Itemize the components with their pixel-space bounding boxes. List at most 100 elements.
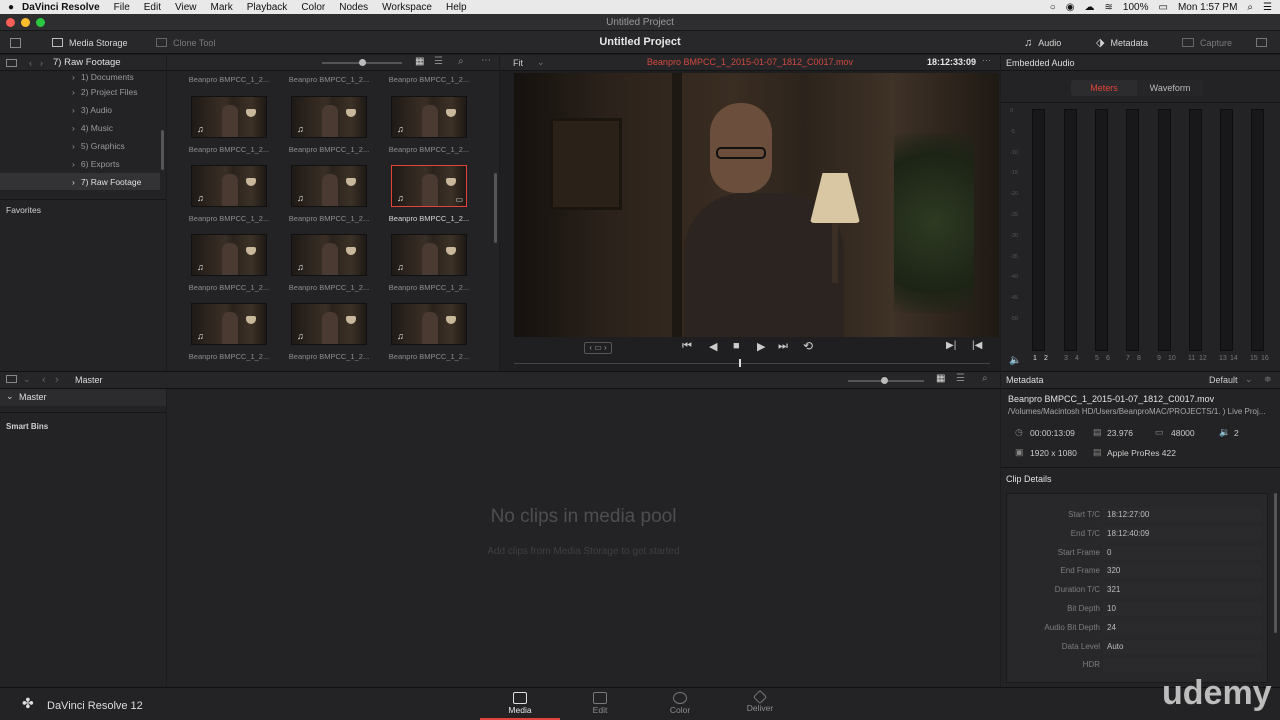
- speaker-icon[interactable]: 🔈: [1009, 355, 1021, 366]
- folder-audio[interactable]: › 3) Audio: [0, 101, 160, 118]
- capture-button[interactable]: Capture: [1182, 31, 1232, 54]
- nav-back-icon[interactable]: ‹: [29, 58, 32, 68]
- clip-thumbnail[interactable]: ♫: [291, 303, 367, 345]
- grid-view-icon[interactable]: ▦: [936, 373, 945, 384]
- page-tab-media[interactable]: Media: [480, 689, 560, 720]
- menu-view[interactable]: View: [175, 2, 197, 13]
- slider-handle[interactable]: [881, 377, 888, 384]
- nav-forward-icon[interactable]: ›: [55, 374, 59, 386]
- chevron-down-icon[interactable]: ⌄: [23, 374, 31, 385]
- sidebar-icon[interactable]: [6, 58, 17, 67]
- list-view-icon[interactable]: ☰: [956, 373, 965, 384]
- wifi-icon[interactable]: ≋: [1105, 2, 1113, 13]
- page-tab-deliver[interactable]: Deliver: [720, 689, 800, 720]
- clip-label: Beanpro BMPCC_1_2...: [288, 283, 370, 292]
- clip-thumbnail[interactable]: ♫: [391, 96, 467, 138]
- apple-icon[interactable]: ●: [0, 2, 22, 13]
- bin-item-master[interactable]: ⌄ Master: [0, 389, 166, 406]
- clip-thumbnail[interactable]: ♫: [191, 234, 267, 276]
- page-tab-edit[interactable]: Edit: [560, 689, 640, 720]
- menu-nodes[interactable]: Nodes: [339, 2, 368, 13]
- audio-button[interactable]: ♫ Audio: [1024, 31, 1061, 54]
- grid-view-icon[interactable]: ▦: [415, 56, 424, 67]
- metadata-options-icon[interactable]: ≑: [1264, 374, 1272, 385]
- scrubber-track[interactable]: [514, 363, 990, 364]
- detail-value[interactable]: 18:12:40:09: [1103, 526, 1261, 541]
- clip-thumbnail[interactable]: ♫: [191, 303, 267, 345]
- slider-handle[interactable]: [359, 59, 366, 66]
- notification-center-icon[interactable]: ☰: [1263, 2, 1272, 13]
- record-icon[interactable]: ◉: [1066, 2, 1075, 13]
- menu-file[interactable]: File: [114, 2, 130, 13]
- clip-thumbnail[interactable]: ♫: [391, 234, 467, 276]
- resolution-icon: ▣: [1015, 447, 1024, 457]
- clip-thumbnail[interactable]: ♫: [291, 165, 367, 207]
- battery-percent[interactable]: 100%: [1123, 2, 1149, 13]
- chevron-down-icon[interactable]: ⌄: [1245, 374, 1253, 385]
- search-icon[interactable]: ⌕: [458, 56, 464, 67]
- nav-forward-icon[interactable]: ›: [40, 58, 43, 68]
- play-reverse-icon[interactable]: ◀: [709, 340, 717, 353]
- tree-scrollbar[interactable]: [161, 130, 164, 170]
- clock[interactable]: Mon 1:57 PM: [1178, 2, 1237, 13]
- clip-thumbnail[interactable]: ♫: [191, 165, 267, 207]
- skip-to-end-icon[interactable]: ⏭: [778, 340, 788, 353]
- next-clip-icon[interactable]: ▶|: [946, 340, 956, 351]
- clip-thumbnail[interactable]: ♫: [291, 96, 367, 138]
- fullscreen-button[interactable]: [1256, 31, 1267, 54]
- menu-workspace[interactable]: Workspace: [382, 2, 432, 13]
- folder-music[interactable]: › 4) Music: [0, 119, 160, 136]
- clip-thumbnail[interactable]: ♫: [291, 234, 367, 276]
- thumbnail-subject: [322, 243, 338, 275]
- detail-value[interactable]: 18:12:27:00: [1103, 508, 1261, 522]
- menu-help[interactable]: Help: [446, 2, 467, 13]
- spotlight-icon[interactable]: ⌕: [1247, 2, 1253, 13]
- folder-project-files[interactable]: › 2) Project Files: [0, 83, 160, 100]
- media-pool-area[interactable]: No clips in media pool Add clips from Me…: [167, 389, 1000, 687]
- menu-edit[interactable]: Edit: [144, 2, 161, 13]
- browser-scrollbar[interactable]: [494, 173, 497, 243]
- folder-exports[interactable]: › 6) Exports: [0, 155, 160, 172]
- metadata-button[interactable]: ⬗ Metadata: [1096, 31, 1148, 54]
- playhead[interactable]: [739, 359, 741, 367]
- metadata-scrollbar[interactable]: [1274, 493, 1277, 633]
- detail-value[interactable]: 0: [1103, 545, 1261, 560]
- folder-graphics[interactable]: › 5) Graphics: [0, 137, 160, 154]
- clip-label: Beanpro BMPCC_1_2...: [388, 352, 470, 361]
- tab-waveform[interactable]: Waveform: [1137, 80, 1203, 96]
- play-icon[interactable]: ▶: [757, 340, 765, 353]
- menu-playback[interactable]: Playback: [247, 2, 288, 13]
- previous-clip-icon[interactable]: |◀: [972, 340, 982, 351]
- page-tab-color[interactable]: Color: [640, 689, 720, 720]
- more-options-icon[interactable]: ⋯: [481, 55, 491, 66]
- metadata-preset-select[interactable]: Default: [1209, 375, 1238, 385]
- cloud-icon[interactable]: ☁: [1085, 2, 1095, 13]
- tab-meters[interactable]: Meters: [1071, 80, 1137, 96]
- folder-raw-footage[interactable]: › 7) Raw Footage: [0, 173, 160, 190]
- menu-mark[interactable]: Mark: [211, 2, 233, 13]
- viewer-video-frame[interactable]: [514, 73, 999, 337]
- sidebar-icon[interactable]: [6, 375, 17, 383]
- clip-thumbnail[interactable]: ♫ ▭: [391, 165, 467, 207]
- skip-to-start-icon[interactable]: ⏮: [682, 340, 692, 353]
- menu-color[interactable]: Color: [301, 2, 325, 13]
- viewer-options-icon[interactable]: ⋯: [982, 55, 991, 66]
- status-circle-icon[interactable]: ○: [1050, 2, 1056, 13]
- clip-thumbnail[interactable]: ♫: [191, 96, 267, 138]
- battery-icon[interactable]: ▭: [1158, 2, 1167, 13]
- detail-value[interactable]: 10: [1103, 602, 1261, 616]
- detail-value[interactable]: Auto: [1103, 639, 1261, 654]
- detail-value[interactable]: [1103, 658, 1261, 673]
- loop-icon[interactable]: ⟲: [803, 339, 813, 353]
- viewer-size-button[interactable]: ‹ ▭ ›: [584, 342, 612, 354]
- stop-icon[interactable]: ■: [733, 340, 740, 352]
- detail-value[interactable]: 24: [1103, 620, 1261, 635]
- menu-app-name[interactable]: DaVinci Resolve: [22, 2, 100, 13]
- search-icon[interactable]: ⌕: [982, 373, 988, 384]
- nav-back-icon[interactable]: ‹: [42, 374, 46, 386]
- thumbnail-subject: [422, 174, 438, 206]
- clip-thumbnail[interactable]: ♫: [391, 303, 467, 345]
- list-view-icon[interactable]: ☰: [434, 56, 443, 67]
- detail-value[interactable]: 321: [1103, 583, 1261, 598]
- detail-value[interactable]: 320: [1103, 564, 1261, 579]
